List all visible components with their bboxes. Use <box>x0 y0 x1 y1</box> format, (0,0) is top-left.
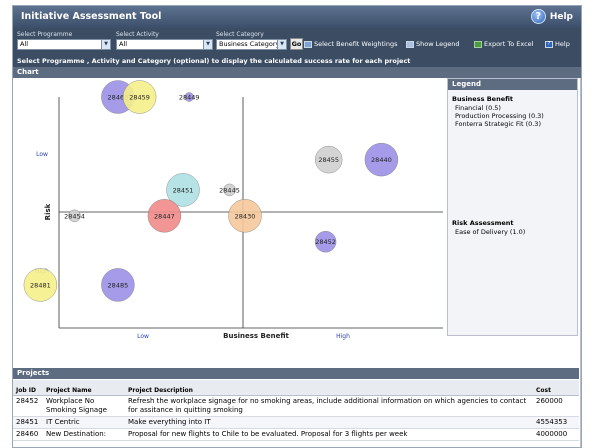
bubble-label-28481: 28481 <box>30 281 51 289</box>
bubble-label-28455: 28455 <box>318 156 339 164</box>
activity-value: All <box>119 40 128 48</box>
window-title: Initiative Assessment Tool <box>21 11 162 22</box>
table-row[interactable]: 28451 IT Centric Make everything into IT… <box>13 416 579 429</box>
excel-label: Export To Excel <box>484 40 534 48</box>
x-axis-title: Business Benefit <box>223 332 289 340</box>
business-benefit-group: Business Benefit Financial (0.5) Product… <box>452 95 544 128</box>
chart-section-header: Chart <box>13 67 581 78</box>
help-circle-icon: ? <box>530 9 546 24</box>
bubble-label-28430: 28430 <box>235 212 256 220</box>
legend-icon <box>406 40 414 48</box>
bubble-label-28459: 28459 <box>129 94 150 102</box>
show-legend-link[interactable]: Show Legend <box>406 40 459 48</box>
cell-job-id: 28460 <box>13 428 43 441</box>
help-button[interactable]: ? Help <box>530 9 573 24</box>
bubble-label-28485: 28485 <box>108 281 129 289</box>
x-tick-low: Low <box>137 333 149 340</box>
legend-item: Fonterra Strategic Fit (0.3) <box>455 120 541 128</box>
programme-label: Select Programme <box>17 31 73 38</box>
scroll-down-icon[interactable]: ▼ <box>581 441 582 448</box>
table-header-row: Job ID Project Name Project Description … <box>13 380 579 396</box>
risk-assessment-title: Risk Assessment <box>452 219 514 227</box>
programme-select[interactable]: All ▼ <box>17 39 111 50</box>
table-row[interactable]: 28460 New Destination: Proposal for new … <box>13 428 579 441</box>
business-benefit-title: Business Benefit <box>452 95 514 103</box>
y-axis-title: Risk <box>44 203 52 220</box>
title-bar: Initiative Assessment Tool ? Help <box>13 6 581 28</box>
bubble-label-28452: 28452 <box>315 238 336 246</box>
scroll-up-icon[interactable]: ▲ <box>581 78 582 86</box>
cell-description: Make everything into IT <box>125 416 533 429</box>
export-excel-link[interactable]: Export To Excel <box>474 40 533 48</box>
toolbar: Select Programme All ▼ Select Activity A… <box>13 28 581 56</box>
app-window: Initiative Assessment Tool ? Help Select… <box>12 5 582 448</box>
cell-project-name: IT Centric <box>43 416 125 429</box>
legend-label: Show Legend <box>416 40 460 48</box>
x-tick-high: High <box>336 333 350 340</box>
cell-job-id: 28451 <box>13 416 43 429</box>
toolbar-help-link[interactable]: ? Help <box>545 40 570 48</box>
category-select[interactable]: Business Category ▼ <box>216 39 287 50</box>
cell-job-id: 28452 <box>13 395 43 417</box>
cell-cost: 4554353 <box>533 416 579 429</box>
help-label: Help <box>549 11 573 22</box>
go-button[interactable]: Go <box>290 38 303 50</box>
chevron-down-icon: ▼ <box>101 40 110 49</box>
instruction-text: Select Programme , Activity and Category… <box>13 56 581 67</box>
column-header-cost[interactable]: Cost <box>533 380 579 396</box>
bubble-chart: Risk Business Benefit Low High Low High … <box>13 78 443 368</box>
cell-project-name: Workplace No Smoking Signage <box>43 395 125 417</box>
bubble-label-28454: 28454 <box>64 212 85 220</box>
column-header-job-id[interactable]: Job ID <box>13 380 43 396</box>
programme-value: All <box>20 40 29 48</box>
excel-icon <box>474 40 482 48</box>
projects-table: Job ID Project Name Project Description … <box>13 380 579 441</box>
cell-project-name: New Destination: <box>43 428 125 441</box>
category-label: Select Category <box>216 31 264 38</box>
toolbar-help-label: Help <box>555 40 570 48</box>
select-benefit-weightings-link[interactable]: Select Benefit Weightings <box>304 40 398 48</box>
column-header-description[interactable]: Project Description <box>125 380 533 396</box>
bubble-label-28445: 28445 <box>219 186 240 194</box>
bubble-layer: 28463 28459 2844928455 2844028451 2844528454… <box>23 80 399 302</box>
y-tick-low: Low <box>36 151 48 158</box>
weightings-label: Select Benefit Weightings <box>314 40 398 48</box>
weightings-icon <box>304 40 312 48</box>
legend-title: Legend <box>448 79 577 90</box>
legend-panel: Legend Business Benefit Financial (0.5) … <box>447 78 578 336</box>
bubble-label-28451: 28451 <box>173 186 194 194</box>
chevron-down-icon: ▼ <box>203 40 212 49</box>
risk-assessment-group: Risk Assessment Ease of Delivery (1.0) <box>452 219 525 236</box>
cell-description: Proposal for new flights to Chile to be … <box>125 428 533 441</box>
cell-cost: 260000 <box>533 395 579 417</box>
vertical-scrollbar[interactable]: ▲ ▼ <box>580 78 582 448</box>
cell-cost: 4000000 <box>533 428 579 441</box>
chart-svg: Risk Business Benefit Low High Low High … <box>23 80 443 340</box>
column-header-project-name[interactable]: Project Name <box>43 380 125 396</box>
help-icon: ? <box>545 40 553 48</box>
activity-label: Select Activity <box>116 31 159 38</box>
projects-section-header: Projects <box>13 368 579 379</box>
activity-select[interactable]: All ▼ <box>116 39 213 50</box>
legend-item: Ease of Delivery (1.0) <box>455 228 526 236</box>
cell-description: Refresh the workplace signage for no smo… <box>125 395 533 417</box>
table-row[interactable]: 28452 Workplace No Smoking Signage Refre… <box>13 395 579 417</box>
category-value: Business Category <box>219 40 280 48</box>
bubble-label-28447: 28447 <box>154 212 175 220</box>
chevron-down-icon: ▼ <box>277 40 286 49</box>
bubble-label-28449: 28449 <box>179 94 200 102</box>
projects-table-container: Job ID Project Name Project Description … <box>13 380 579 447</box>
bubble-label-28440: 28440 <box>371 156 392 164</box>
legend-item: Financial (0.5) <box>455 104 501 112</box>
legend-item: Production Processing (0.3) <box>455 112 544 120</box>
